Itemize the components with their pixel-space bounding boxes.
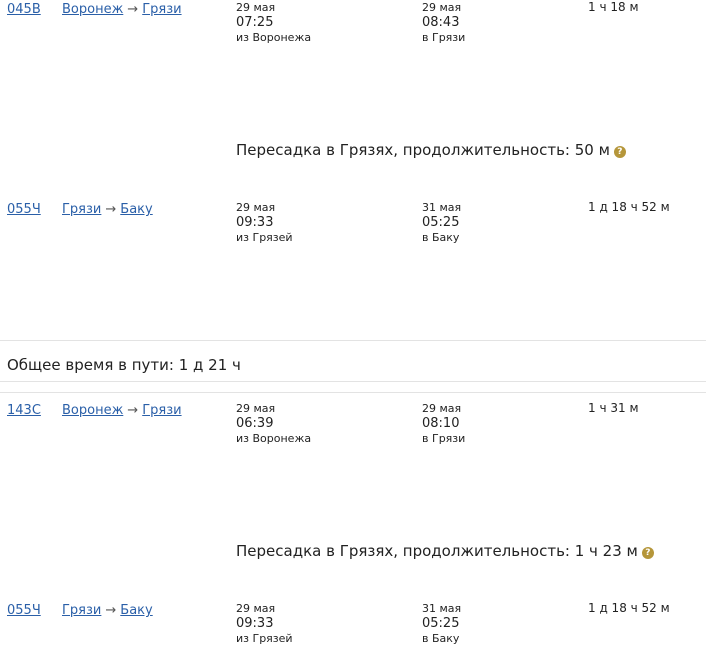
arrow-right-icon: →	[127, 2, 139, 17]
arrow-right-icon: →	[105, 202, 117, 217]
duration: 1 д 18 ч 52 м	[588, 601, 670, 615]
duration: 1 д 18 ч 52 м	[588, 200, 670, 214]
leg-row: 055Ч Грязи → Баку 29 мая 09:33 из Грязей 3…	[0, 601, 706, 651]
train-number-link[interactable]: 045В	[7, 2, 41, 17]
arrival-date: 29 мая	[422, 1, 462, 14]
departure-time: 07:25	[236, 15, 274, 30]
departure-time: 09:33	[236, 616, 274, 631]
arrival-time: 05:25	[422, 215, 460, 230]
arrow-right-icon: →	[105, 603, 117, 618]
route-to-link[interactable]: Грязи	[142, 2, 181, 17]
route-to-link[interactable]: Баку	[120, 603, 152, 618]
departure-time: 09:33	[236, 215, 274, 230]
transfer-text: Пересадка в Грязях, продолжительность: 1…	[236, 542, 638, 560]
route-from-link[interactable]: Грязи	[62, 603, 101, 618]
arrival-date: 31 мая	[422, 201, 462, 214]
train-number-link[interactable]: 143С	[7, 403, 41, 418]
route-from-link[interactable]: Воронеж	[62, 403, 123, 418]
question-icon[interactable]: ?	[613, 146, 626, 158]
arrow-right-icon: →	[127, 403, 139, 418]
departure: 29 мая 06:39 из Воронежа	[236, 401, 311, 446]
departure-date: 29 мая	[236, 402, 276, 415]
departure-date: 29 мая	[236, 602, 276, 615]
arrival-date: 31 мая	[422, 602, 462, 615]
route-from-link[interactable]: Воронеж	[62, 2, 123, 17]
departure-station: из Грязей	[236, 231, 293, 244]
route: Воронеж → Грязи	[62, 403, 182, 418]
arrival-date: 29 мая	[422, 402, 462, 415]
arrival-station: в Грязи	[422, 31, 466, 44]
arrival: 29 мая 08:10 в Грязи	[422, 401, 465, 446]
departure-station: из Воронежа	[236, 432, 312, 445]
leg-row: 045В Воронеж → Грязи 29 мая 07:25 из Ворон…	[0, 0, 706, 50]
train-number-link[interactable]: 055Ч	[7, 202, 41, 217]
departure-date: 29 мая	[236, 201, 276, 214]
arrival-station: в Баку	[422, 632, 460, 645]
arrival-time: 05:25	[422, 616, 460, 631]
divider	[0, 381, 706, 382]
arrival-time: 08:10	[422, 416, 460, 431]
departure: 29 мая 07:25 из Воронежа	[236, 0, 311, 45]
question-icon[interactable]: ?	[641, 547, 654, 559]
arrival: 31 мая 05:25 в Баку	[422, 601, 461, 646]
departure-time: 06:39	[236, 416, 274, 431]
route: Грязи → Баку	[62, 202, 153, 217]
arrival-time: 08:43	[422, 15, 460, 30]
transfer-text: Пересадка в Грязях, продолжительность: 5…	[236, 141, 610, 159]
leg-row: 143С Воронеж → Грязи 29 мая 06:39 из Ворон…	[0, 401, 706, 451]
route-to-link[interactable]: Баку	[120, 202, 152, 217]
divider	[0, 392, 706, 393]
leg-row: 055Ч Грязи → Баку 29 мая 09:33 из Грязей 3…	[0, 200, 706, 250]
departure-date: 29 мая	[236, 1, 276, 14]
route: Воронеж → Грязи	[62, 2, 182, 17]
arrival: 29 мая 08:43 в Грязи	[422, 0, 465, 45]
departure: 29 мая 09:33 из Грязей	[236, 601, 293, 646]
departure-station: из Грязей	[236, 632, 293, 645]
departure-station: из Воронежа	[236, 31, 312, 44]
route: Грязи → Баку	[62, 603, 153, 618]
total-travel-time: Общее время в пути: 1 д 21 ч	[7, 356, 241, 374]
train-number-link[interactable]: 055Ч	[7, 603, 41, 618]
route-to-link[interactable]: Грязи	[142, 403, 181, 418]
arrival: 31 мая 05:25 в Баку	[422, 200, 461, 245]
departure: 29 мая 09:33 из Грязей	[236, 200, 293, 245]
route-from-link[interactable]: Грязи	[62, 202, 101, 217]
transfer-info: Пересадка в Грязях, продолжительность: 1…	[236, 541, 654, 561]
duration: 1 ч 31 м	[588, 401, 639, 415]
transfer-info: Пересадка в Грязях, продолжительность: 5…	[236, 140, 626, 160]
arrival-station: в Баку	[422, 231, 460, 244]
arrival-station: в Грязи	[422, 432, 466, 445]
duration: 1 ч 18 м	[588, 0, 639, 14]
divider	[0, 340, 706, 341]
